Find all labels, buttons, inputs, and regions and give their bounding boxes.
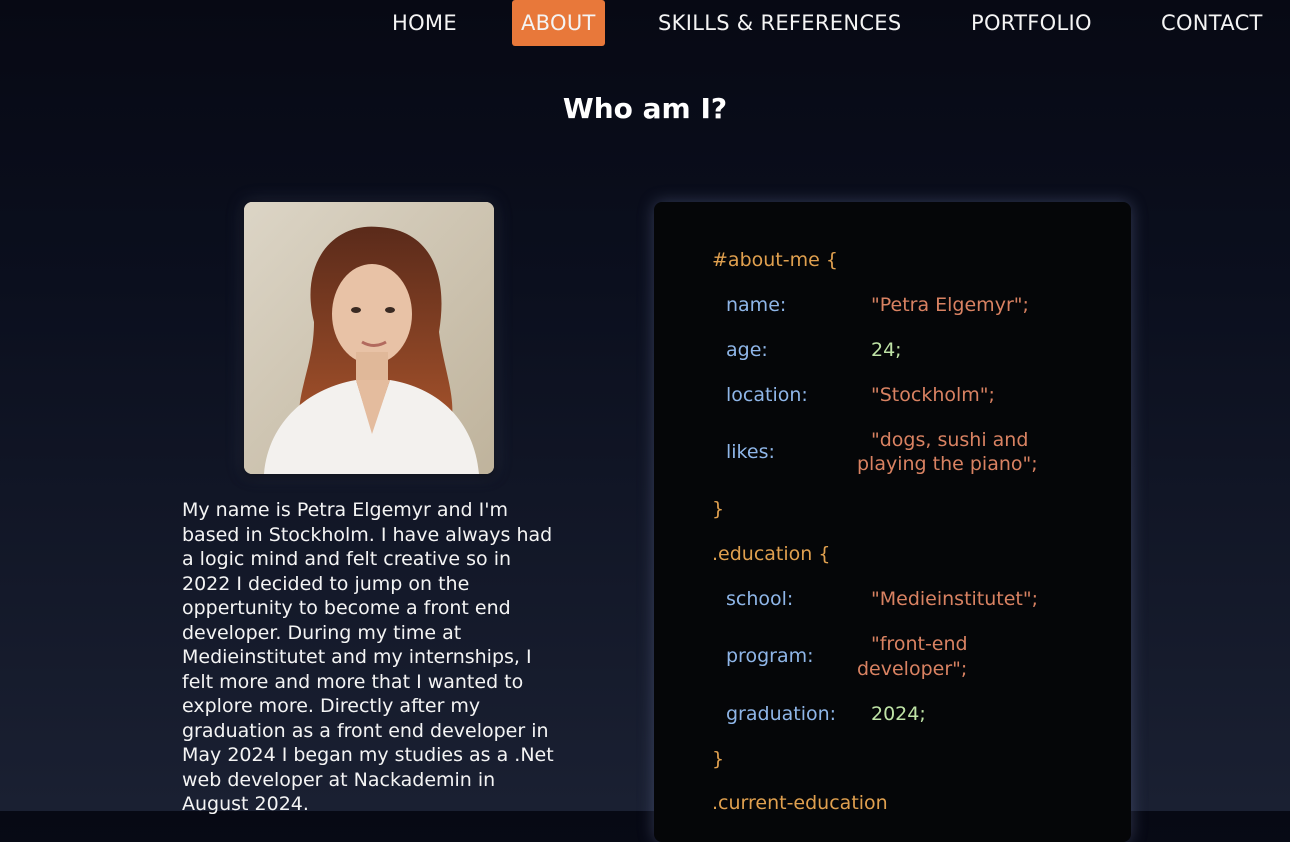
code-prop-school: school: — [726, 588, 794, 610]
bio-text: My name is Petra Elgemyr and I'm based i… — [182, 499, 554, 815]
code-selector-education: .education { — [712, 543, 831, 565]
profile-photo — [244, 202, 494, 474]
code-val-location: "Stockholm"; — [871, 384, 995, 406]
code-prop-name: name: — [726, 294, 787, 316]
code-prop-likes: likes: — [726, 441, 775, 463]
code-brace-close-2: } — [712, 748, 725, 770]
code-val-likes-1: "dogs, sushi and — [871, 429, 1029, 451]
code-val-likes-2: playing the piano"; — [857, 453, 1038, 475]
nav-about[interactable]: ABOUT — [512, 0, 605, 46]
nav-home[interactable]: HOME — [392, 0, 457, 46]
about-code-card: #about-me { name: "Petra Elgemyr"; age: … — [654, 202, 1131, 842]
code-val-program-1: "front-end — [871, 633, 968, 655]
code-brace-close-1: } — [712, 498, 725, 520]
page-title: Who am I? — [562, 92, 728, 125]
code-prop-program: program: — [726, 645, 814, 667]
code-val-name: "Petra Elgemyr"; — [871, 294, 1029, 316]
code-val-age: 24; — [871, 339, 902, 361]
nav-contact[interactable]: CONTACT — [1161, 0, 1263, 46]
portrait-image — [244, 202, 494, 474]
code-prop-graduation: graduation: — [726, 703, 837, 725]
code-val-graduation: 2024; — [871, 703, 926, 725]
code-prop-location: location: — [726, 384, 808, 406]
nav-portfolio[interactable]: PORTFOLIO — [971, 0, 1092, 46]
nav-skills-references[interactable]: SKILLS & REFERENCES — [658, 0, 902, 46]
code-val-program-2: developer"; — [857, 658, 968, 680]
code-selector-about: #about-me { — [712, 249, 838, 271]
code-prop-age: age: — [726, 339, 768, 361]
code-val-school: "Medieinstitutet"; — [871, 588, 1039, 610]
